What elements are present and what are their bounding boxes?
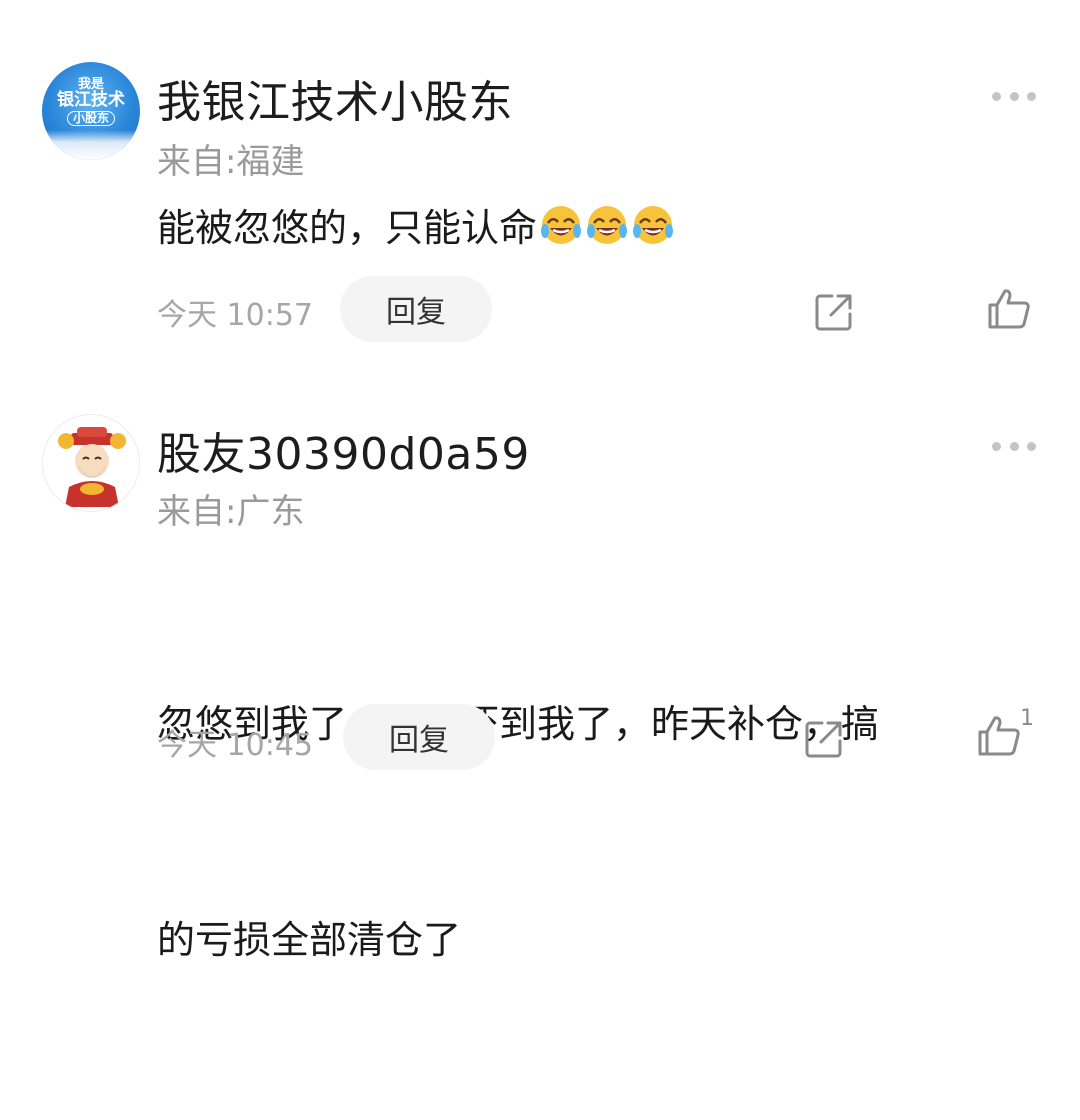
more-dots-icon[interactable] bbox=[992, 440, 1036, 452]
reply-button[interactable]: 回复 bbox=[343, 704, 495, 770]
like-count: 1 bbox=[1020, 706, 1034, 731]
comment-body: 忽悠到我了，早上吓到我了，昨天补仓，搞 的亏损全部清仓了 bbox=[157, 544, 1047, 1120]
reply-button-label: 回复 bbox=[389, 723, 449, 758]
username[interactable]: 股友30390d0a59 bbox=[157, 418, 530, 482]
share-icon[interactable] bbox=[802, 717, 846, 761]
thumb-up-icon[interactable] bbox=[976, 714, 1022, 758]
location-label: 来自:广东 bbox=[157, 492, 305, 532]
comment-item: 股友30390d0a59 来自:广东 忽悠到我了，早上吓到我了，昨天补仓，搞 的… bbox=[0, 0, 1080, 962]
god-of-wealth-avatar-icon bbox=[58, 427, 126, 507]
avatar[interactable] bbox=[42, 414, 140, 512]
comment-time: 今天 10:45 bbox=[157, 728, 313, 763]
comment-text: 的亏损全部清仓了 bbox=[157, 918, 462, 962]
